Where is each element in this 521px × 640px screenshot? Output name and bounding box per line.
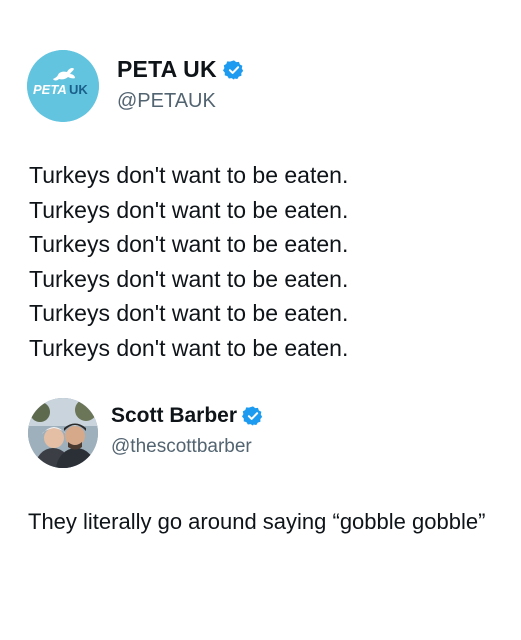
reply-text: They literally go around saying “gobble … — [28, 509, 486, 534]
profile-photo-icon — [28, 398, 98, 468]
tweet-line: Turkeys don't want to be eaten. — [29, 162, 349, 188]
tweet-line: Turkeys don't want to be eaten. — [29, 265, 349, 292]
screenshot-page: PETA UK PETA UK @PETAUK Turkeys don't wa… — [0, 0, 521, 640]
tweet-line: Turkeys don't want to be eaten. — [29, 334, 349, 361]
avatar[interactable] — [28, 398, 98, 468]
avatar[interactable]: PETA UK — [27, 50, 99, 122]
tweet-line: Turkeys don't want to be eaten. — [29, 196, 349, 223]
tweet-line: Turkeys don't want to be eaten. — [29, 300, 349, 327]
author-name-row: PETA UK — [117, 56, 245, 83]
author-handle[interactable]: @PETAUK — [117, 90, 216, 113]
tweet-line: Turkeys don't want to be eaten. — [29, 231, 349, 258]
reply-author-handle[interactable]: @thescottbarber — [111, 436, 252, 458]
svg-text:PETA: PETA — [33, 82, 67, 97]
verified-badge-icon — [222, 59, 243, 80]
tweet-text: Turkeys don't want to be eaten. Turkeys … — [29, 158, 499, 366]
reply-author-display-name[interactable]: Scott Barber — [111, 404, 237, 428]
reply-header: Scott Barber @thescottbarber — [28, 398, 488, 478]
svg-text:UK: UK — [69, 82, 88, 97]
peta-logo-icon: PETA UK — [27, 50, 99, 122]
reply-author-name-row: Scott Barber — [111, 404, 264, 428]
verified-badge-icon — [242, 406, 263, 426]
tweet-header: PETA UK PETA UK @PETAUK — [27, 50, 487, 130]
author-display-name[interactable]: PETA UK — [117, 56, 217, 83]
